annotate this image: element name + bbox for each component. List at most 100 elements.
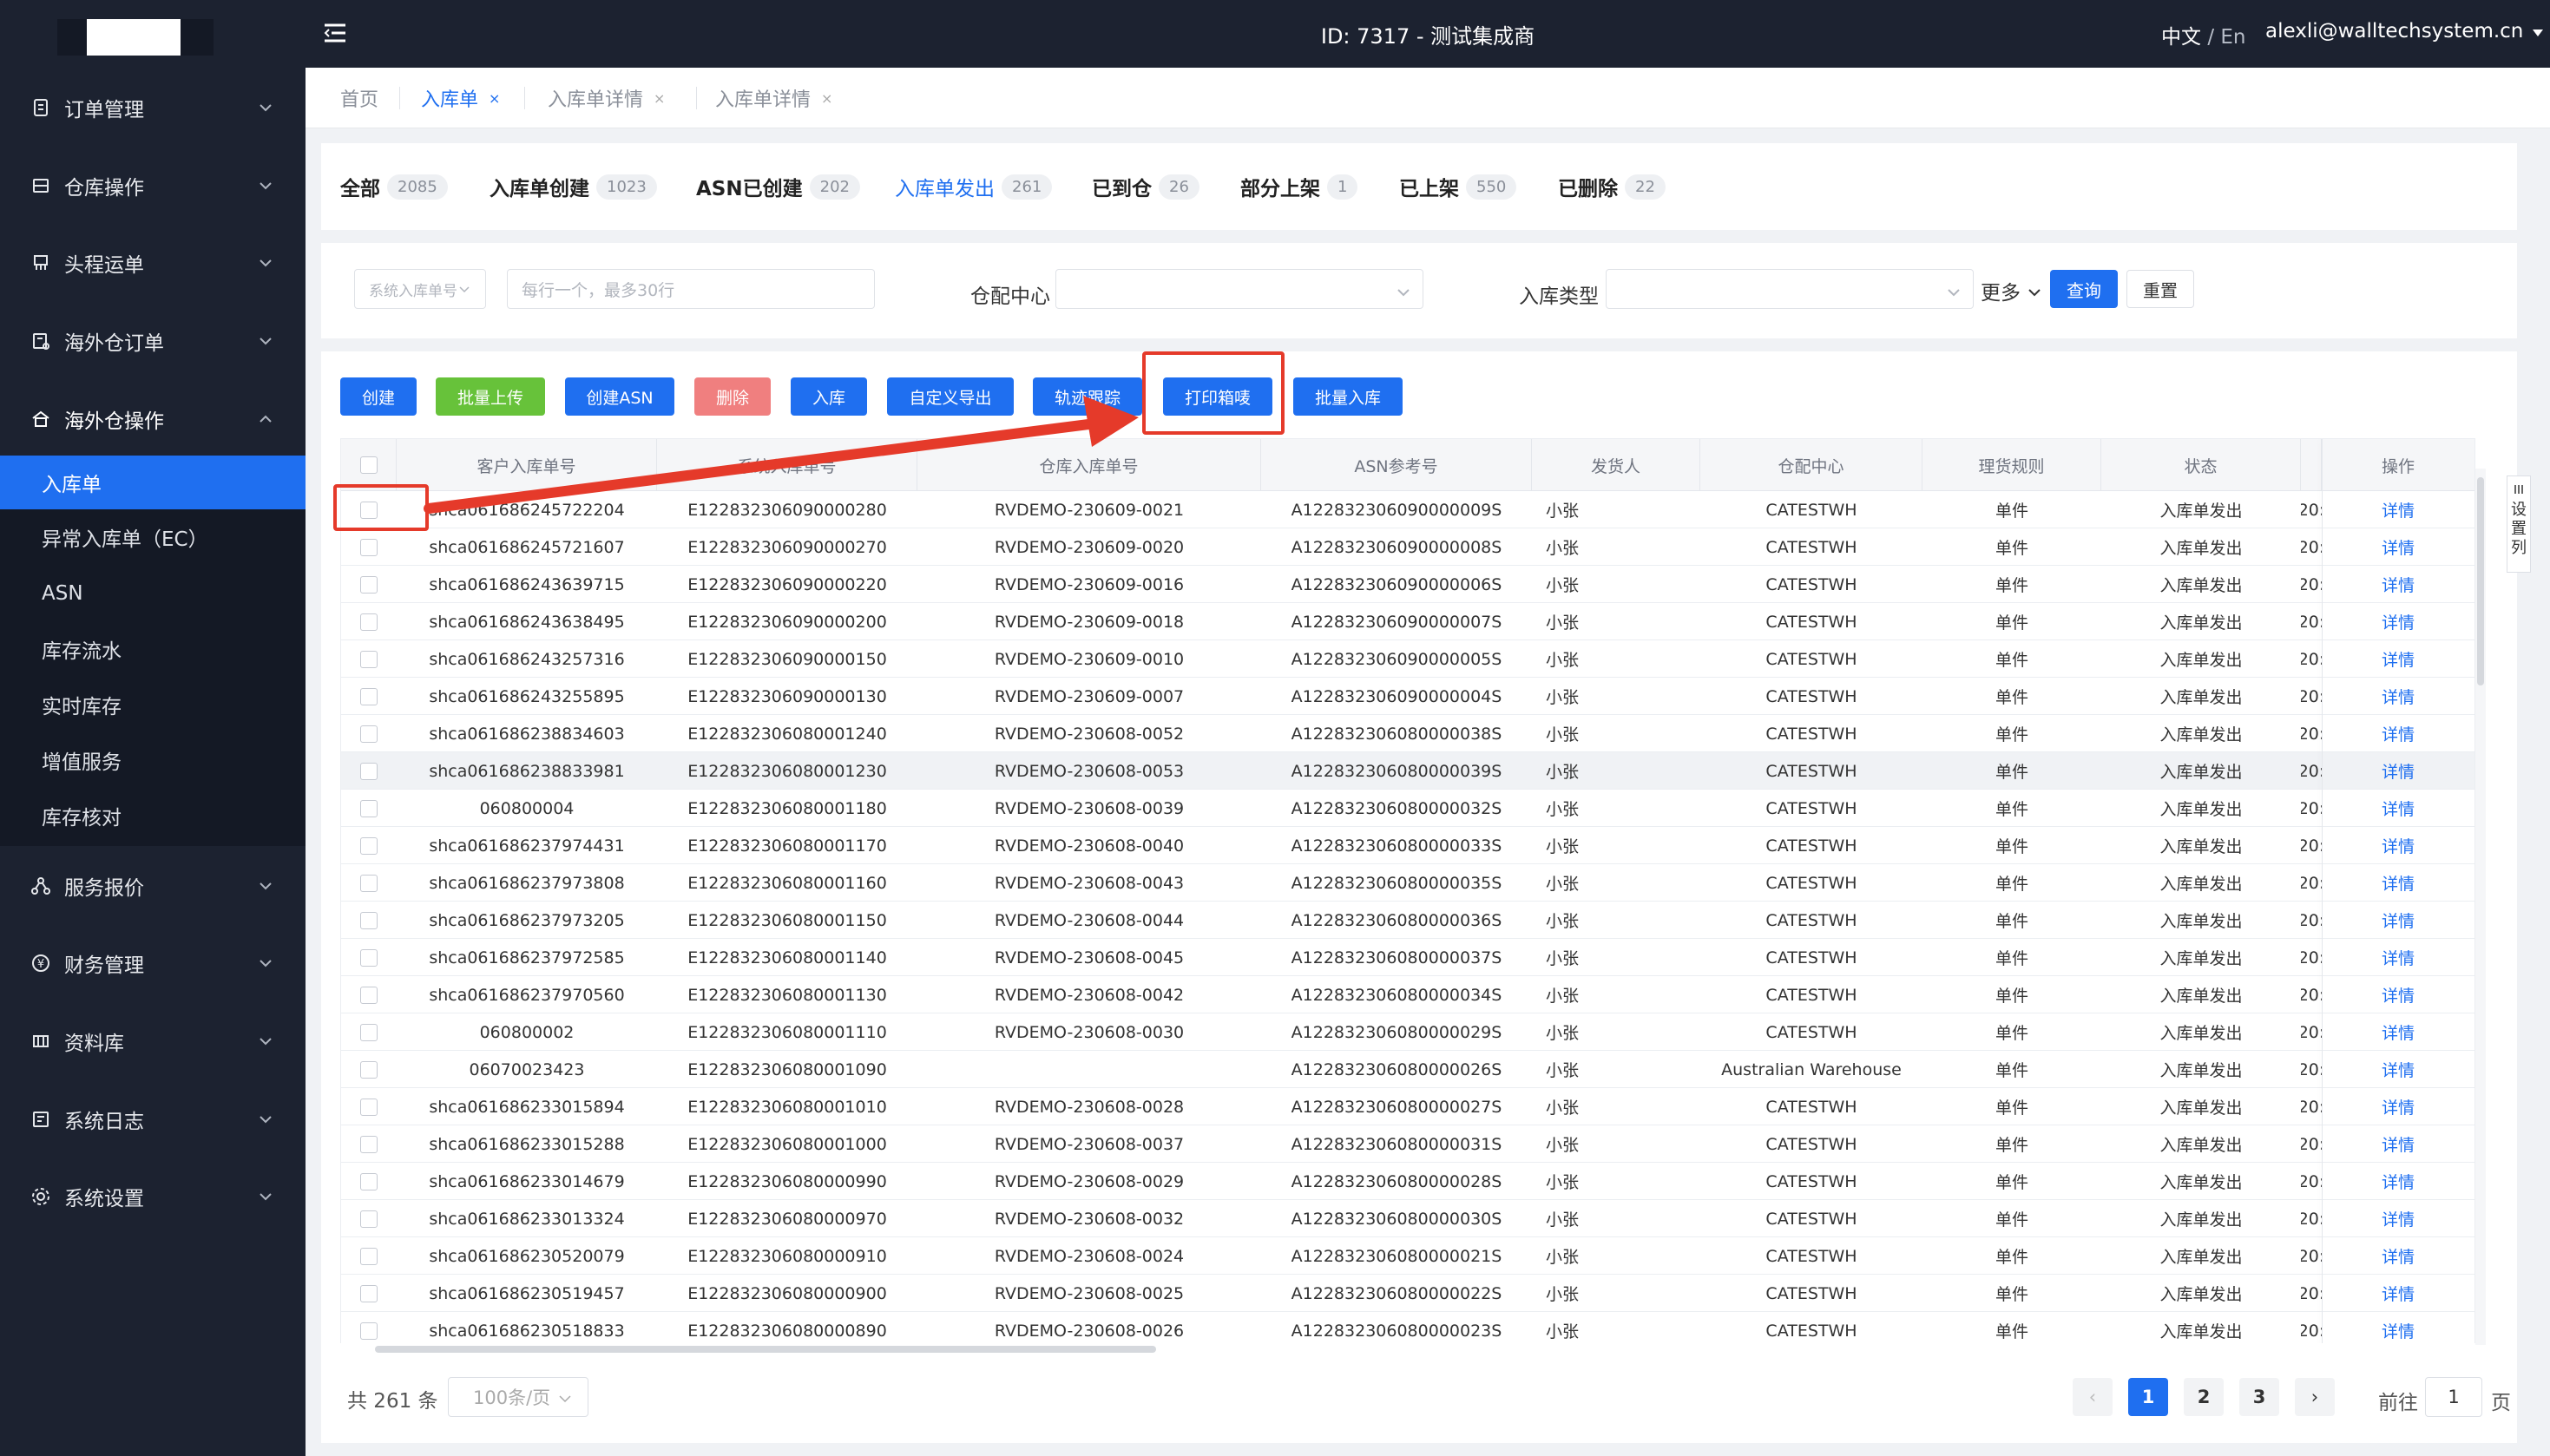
- row-checkbox[interactable]: [360, 1322, 378, 1340]
- row-checkbox[interactable]: [360, 911, 378, 929]
- row-select-cell[interactable]: [341, 1237, 397, 1275]
- row-checkbox[interactable]: [360, 687, 378, 705]
- menu-order-management[interactable]: 订单管理: [0, 82, 306, 134]
- submenu-item-asn[interactable]: ASN: [0, 567, 306, 620]
- row-checkbox[interactable]: [360, 836, 378, 855]
- table-row[interactable]: shca061686243639715 E122832306090000220 RV…: [341, 566, 2474, 603]
- column-settings-button[interactable]: 设 置 列: [2507, 475, 2531, 573]
- detail-link[interactable]: 详情: [2322, 902, 2474, 939]
- tab-inbound-order[interactable]: 入库单 ×: [421, 68, 500, 128]
- row-select-cell[interactable]: [341, 939, 397, 976]
- goto-page-input[interactable]: 1: [2425, 1377, 2482, 1417]
- detail-link[interactable]: 详情: [2322, 1125, 2474, 1163]
- row-checkbox[interactable]: [360, 762, 378, 780]
- create-button[interactable]: 创建: [340, 377, 417, 416]
- row-checkbox[interactable]: [360, 725, 378, 743]
- row-select-cell[interactable]: [341, 1088, 397, 1125]
- row-select-cell[interactable]: [341, 1051, 397, 1088]
- detail-link[interactable]: 详情: [2322, 752, 2474, 790]
- menu-first-leg-waybill[interactable]: 头程运单: [0, 237, 306, 289]
- table-row[interactable]: shca061686237970560 E122832306080001130 RV…: [341, 976, 2474, 1013]
- track-button[interactable]: 轨迹跟踪: [1033, 377, 1142, 416]
- row-checkbox[interactable]: [360, 1247, 378, 1265]
- table-row[interactable]: shca061686238833981 E122832306080001230 RV…: [341, 752, 2474, 790]
- menu-system-log[interactable]: 系统日志: [0, 1093, 306, 1145]
- tab-inbound-detail-2[interactable]: 入库单详情 ×: [715, 68, 832, 128]
- menu-warehouse-operations[interactable]: 仓库操作: [0, 160, 306, 212]
- page-2-button[interactable]: 2: [2184, 1378, 2224, 1416]
- detail-link[interactable]: 详情: [2322, 1237, 2474, 1275]
- inbound-type-select[interactable]: [1606, 269, 1974, 309]
- row-checkbox[interactable]: [360, 1098, 378, 1116]
- language-switch[interactable]: 中文 / En: [2161, 20, 2245, 49]
- detail-link[interactable]: 详情: [2322, 827, 2474, 864]
- submenu-item-value-added[interactable]: 增值服务: [0, 733, 306, 787]
- row-select-cell[interactable]: [341, 566, 397, 603]
- detail-link[interactable]: 详情: [2322, 1275, 2474, 1312]
- row-checkbox[interactable]: [360, 650, 378, 668]
- row-select-cell[interactable]: [341, 715, 397, 752]
- submenu-item-exception-inbound[interactable]: 异常入库单（EC）: [0, 510, 306, 564]
- detail-link[interactable]: 详情: [2322, 1051, 2474, 1088]
- row-select-cell[interactable]: [341, 640, 397, 678]
- create-asn-button[interactable]: 创建ASN: [565, 377, 674, 416]
- row-checkbox[interactable]: [360, 874, 378, 892]
- table-row[interactable]: shca061686237974431 E122832306080001170 RV…: [341, 827, 2474, 864]
- row-checkbox[interactable]: [360, 1210, 378, 1228]
- inbound-button[interactable]: 入库: [791, 377, 867, 416]
- header-select-all[interactable]: [341, 439, 397, 491]
- row-checkbox[interactable]: [360, 613, 378, 631]
- row-select-cell[interactable]: [341, 976, 397, 1013]
- close-icon[interactable]: ×: [489, 90, 500, 107]
- table-row[interactable]: shca061686237973808 E122832306080001160 RV…: [341, 864, 2474, 902]
- detail-link[interactable]: 详情: [2322, 1200, 2474, 1237]
- table-row[interactable]: shca061686238834603 E122832306080001240 RV…: [341, 715, 2474, 752]
- detail-link[interactable]: 详情: [2322, 790, 2474, 827]
- custom-export-button[interactable]: 自定义导出: [887, 377, 1014, 416]
- tab-home[interactable]: 首页: [340, 68, 378, 128]
- row-checkbox[interactable]: [360, 1172, 378, 1190]
- detail-link[interactable]: 详情: [2322, 566, 2474, 603]
- status-tab-all[interactable]: 全部 2085: [340, 167, 448, 206]
- horizontal-scrollbar[interactable]: [340, 1343, 2475, 1355]
- next-page-button[interactable]: ›: [2295, 1378, 2335, 1416]
- detail-link[interactable]: 详情: [2322, 678, 2474, 715]
- table-row[interactable]: shca061686230520079 E122832306080000910 RV…: [341, 1237, 2474, 1275]
- row-checkbox[interactable]: [360, 1023, 378, 1041]
- detail-link[interactable]: 详情: [2322, 976, 2474, 1013]
- table-row[interactable]: shca061686233013324 E122832306080000970 RV…: [341, 1200, 2474, 1237]
- status-tab-created[interactable]: 入库单创建 1023: [490, 167, 657, 206]
- submenu-item-inventory-flow[interactable]: 库存流水: [0, 622, 306, 676]
- detail-link[interactable]: 详情: [2322, 640, 2474, 678]
- table-row[interactable]: shca061686237973205 E122832306080001150 RV…: [341, 902, 2474, 939]
- menu-service-quote[interactable]: 服务报价: [0, 860, 306, 912]
- status-tab-sent[interactable]: 入库单发出 261: [895, 167, 1053, 206]
- row-select-cell[interactable]: [341, 603, 397, 640]
- row-select-cell[interactable]: [341, 902, 397, 939]
- row-select-cell[interactable]: [341, 1013, 397, 1051]
- detail-link[interactable]: 详情: [2322, 864, 2474, 902]
- menu-overseas-orders[interactable]: 海外仓订单: [0, 315, 306, 367]
- row-checkbox[interactable]: [360, 1284, 378, 1302]
- warehouse-select[interactable]: [1055, 269, 1423, 309]
- status-tab-arrived[interactable]: 已到仓 26: [1092, 167, 1199, 206]
- page-1-button[interactable]: 1: [2128, 1378, 2168, 1416]
- vertical-scrollbar[interactable]: [2475, 469, 2486, 1345]
- table-row[interactable]: shca061686233015288 E122832306080001000 RV…: [341, 1125, 2474, 1163]
- row-select-cell[interactable]: [341, 864, 397, 902]
- lang-zh[interactable]: 中文: [2161, 26, 2201, 49]
- row-select-cell[interactable]: [341, 1275, 397, 1312]
- row-checkbox[interactable]: [360, 799, 378, 817]
- page-size-select[interactable]: 100条/页: [448, 1377, 588, 1417]
- detail-link[interactable]: 详情: [2322, 1163, 2474, 1200]
- detail-link[interactable]: 详情: [2322, 528, 2474, 566]
- row-select-cell[interactable]: [341, 827, 397, 864]
- reset-button[interactable]: 重置: [2126, 270, 2194, 308]
- select-all-checkbox[interactable]: [359, 456, 378, 474]
- detail-link[interactable]: 详情: [2322, 491, 2474, 528]
- batch-upload-button[interactable]: 批量上传: [436, 377, 545, 416]
- status-tab-asn-created[interactable]: ASN已创建 202: [696, 167, 860, 206]
- tab-inbound-detail-1[interactable]: 入库单详情 ×: [548, 68, 665, 128]
- detail-link[interactable]: 详情: [2322, 603, 2474, 640]
- prev-page-button[interactable]: ‹: [2073, 1378, 2113, 1416]
